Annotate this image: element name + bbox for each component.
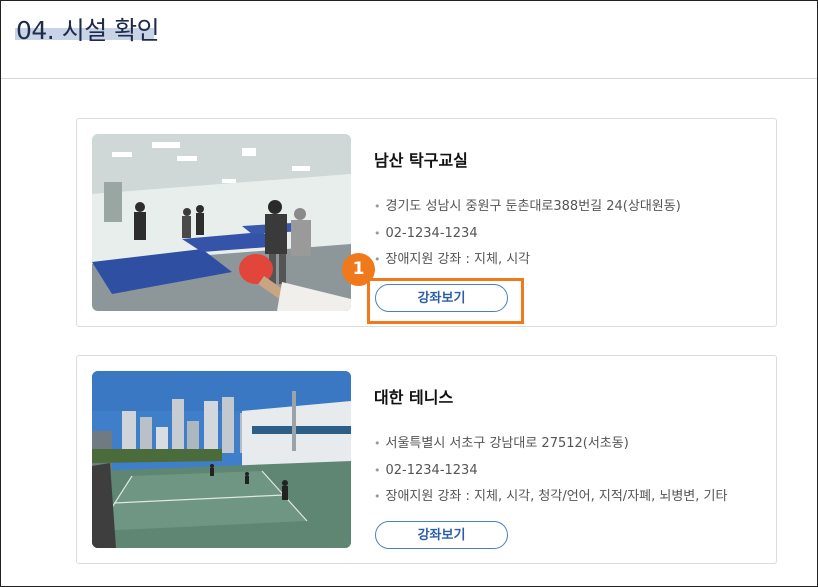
step-number-badge: 1 bbox=[342, 253, 375, 286]
facility-courses: 장애지원 강좌 : 지체, 시각 bbox=[374, 247, 681, 274]
facility-name: 대한 테니스 bbox=[374, 388, 454, 407]
facility-phone: 02-1234-1234 bbox=[374, 221, 681, 248]
facility-info-list: 경기도 성남시 중원구 둔촌대로388번길 24(상대원동) 02-1234-1… bbox=[374, 194, 681, 274]
facility-courses: 장애지원 강좌 : 지체, 시각, 청각/언어, 지적/자폐, 뇌병변, 기타 bbox=[374, 484, 728, 511]
facility-phone: 02-1234-1234 bbox=[374, 458, 727, 485]
facility-image bbox=[92, 134, 351, 311]
facility-name: 남산 탁구교실 bbox=[374, 151, 468, 170]
step-highlight-box bbox=[367, 278, 524, 324]
view-courses-button[interactable]: 강좌보기 bbox=[375, 521, 508, 549]
facility-address: 서울특별시 서초구 강남대로 27512(서초동) bbox=[374, 431, 727, 458]
facility-image bbox=[92, 371, 351, 548]
facility-address: 경기도 성남시 중원구 둔촌대로388번길 24(상대원동) bbox=[374, 194, 681, 221]
page-header: 04. 시설 확인 bbox=[1, 1, 817, 79]
page-title: 04. 시설 확인 bbox=[16, 16, 160, 45]
facility-card: 대한 테니스 서울특별시 서초구 강남대로 27512(서초동) 02-1234… bbox=[76, 355, 777, 564]
facility-info-list: 서울특별시 서초구 강남대로 27512(서초동) 02-1234-1234 장… bbox=[374, 431, 728, 511]
